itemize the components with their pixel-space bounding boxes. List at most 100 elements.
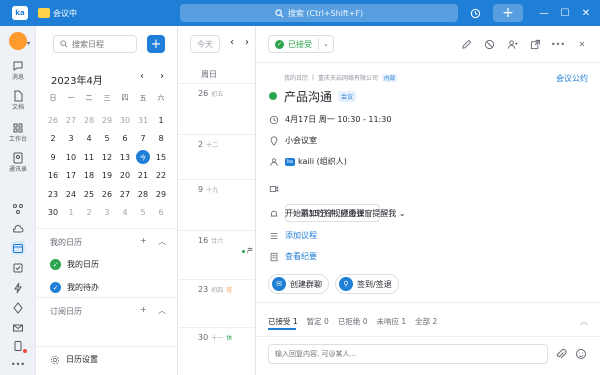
- avatar[interactable]: [9, 32, 27, 50]
- calendar-item-my-calendar[interactable]: ✓ 我的日历: [50, 259, 99, 270]
- calendar-day[interactable]: 19: [98, 167, 116, 186]
- network-icon[interactable]: [11, 202, 25, 216]
- calendar-day[interactable]: 26: [44, 111, 62, 130]
- calendar-day[interactable]: 10: [62, 148, 80, 167]
- rail-item-workbench[interactable]: 工作台: [0, 122, 36, 143]
- calendar-settings[interactable]: 日历设置: [50, 354, 98, 365]
- calendar-day[interactable]: 17: [62, 167, 80, 186]
- rail-item-messages[interactable]: 消息: [0, 60, 36, 81]
- lightning-icon[interactable]: [11, 281, 25, 295]
- event-preview[interactable]: 产: [247, 246, 253, 255]
- week-cell[interactable]: 2 十二: [178, 134, 256, 185]
- calendar-day[interactable]: 20: [116, 167, 134, 186]
- calendar-day[interactable]: 28: [134, 185, 152, 204]
- collapse-icon[interactable]: ︿: [158, 305, 166, 316]
- calendar-search-input[interactable]: [72, 39, 132, 49]
- calendar-day[interactable]: 1: [62, 204, 80, 223]
- add-agenda-link[interactable]: 添加议程: [285, 230, 317, 241]
- calendar-day[interactable]: 2: [80, 204, 98, 223]
- calendar-day[interactable]: 27: [62, 111, 80, 130]
- calendar-icon[interactable]: [11, 241, 25, 255]
- week-cell[interactable]: 30 十一休: [178, 327, 256, 375]
- meeting-tab[interactable]: 会议中: [38, 8, 77, 19]
- more-icon[interactable]: •••: [551, 38, 565, 50]
- calendar-day[interactable]: 9: [44, 148, 62, 167]
- chevron-up-icon[interactable]: ︿: [580, 316, 588, 327]
- add-subscription-icon[interactable]: +: [140, 305, 147, 314]
- calendar-day[interactable]: 6: [116, 130, 134, 149]
- calendar-day[interactable]: 16: [44, 167, 62, 186]
- calendar-item-my-todo[interactable]: ✓ 我的待办: [50, 282, 99, 293]
- next-month-button[interactable]: ›: [160, 71, 164, 82]
- reply-field[interactable]: [268, 344, 548, 364]
- tab-tentative[interactable]: 暂定 0: [307, 316, 329, 327]
- calendar-day[interactable]: 21: [134, 167, 152, 186]
- calendar-day[interactable]: 1: [152, 111, 170, 130]
- add-calendar-icon[interactable]: +: [140, 236, 147, 245]
- create-group-chat-button[interactable]: ✉ 创建群聊: [268, 274, 329, 294]
- checkin-button[interactable]: ⚲ 签到/签退: [335, 274, 399, 294]
- calendar-day[interactable]: 30: [116, 111, 134, 130]
- cancel-icon[interactable]: [483, 38, 495, 50]
- attachment-icon[interactable]: [554, 347, 568, 361]
- mail-icon[interactable]: [11, 321, 25, 335]
- reply-input[interactable]: [275, 350, 535, 358]
- meeting-policy-link[interactable]: 会议公约: [556, 73, 588, 84]
- calendar-day[interactable]: 6: [152, 204, 170, 223]
- add-person-icon[interactable]: [506, 38, 518, 50]
- calendar-day[interactable]: 5: [134, 204, 152, 223]
- calendar-day[interactable]: 7: [134, 130, 152, 149]
- maximize-icon[interactable]: ☐: [558, 6, 572, 20]
- todo-icon[interactable]: [11, 261, 25, 275]
- rail-item-contacts[interactable]: 通讯录: [0, 152, 36, 173]
- global-search[interactable]: 搜索 (Ctrl+Shift+F): [180, 4, 458, 22]
- calendar-day[interactable]: 12: [98, 148, 116, 167]
- prev-week-button[interactable]: ‹: [230, 37, 234, 48]
- today-button[interactable]: 今天: [190, 35, 220, 53]
- rail-item-docs[interactable]: 文档: [0, 90, 36, 111]
- organizer[interactable]: ka kaili (组织人): [285, 156, 347, 167]
- calendar-day[interactable]: 26: [98, 185, 116, 204]
- add-event-button[interactable]: +: [147, 35, 165, 53]
- week-cell[interactable]: 26 初五: [178, 83, 256, 134]
- calendar-day[interactable]: 29: [98, 111, 116, 130]
- calendar-day[interactable]: 30: [44, 204, 62, 223]
- close-icon[interactable]: ✕: [579, 6, 593, 20]
- more-icon[interactable]: •••: [11, 357, 25, 371]
- close-icon[interactable]: ✕: [576, 38, 588, 50]
- calendar-day[interactable]: 24: [62, 185, 80, 204]
- calendar-day[interactable]: 3: [98, 204, 116, 223]
- calendar-day[interactable]: 4: [80, 130, 98, 149]
- calendar-day[interactable]: 11: [80, 148, 98, 167]
- calendar-day[interactable]: 23: [44, 185, 62, 204]
- calendar-day[interactable]: 8: [152, 130, 170, 149]
- calendar-day[interactable]: 今: [134, 148, 152, 167]
- calendar-search[interactable]: [53, 35, 137, 53]
- week-cell[interactable]: 9 十九: [178, 179, 256, 230]
- share-icon[interactable]: [529, 38, 541, 50]
- calendar-day[interactable]: 13: [116, 148, 134, 167]
- edit-icon[interactable]: [460, 38, 472, 50]
- tab-all[interactable]: 全部 2: [415, 316, 437, 327]
- calendar-day[interactable]: 28: [80, 111, 98, 130]
- emoji-icon[interactable]: [574, 347, 588, 361]
- calendar-day[interactable]: 27: [116, 185, 134, 204]
- cloud-icon[interactable]: [11, 222, 25, 236]
- calendar-day[interactable]: 22: [152, 167, 170, 186]
- reminder[interactable]: 开始前15分钟, 应用弹窗提醒我 ⌄: [285, 208, 406, 219]
- tab-accepted[interactable]: 已接受 1: [268, 316, 298, 327]
- minimize-icon[interactable]: —: [537, 6, 551, 20]
- week-cell[interactable]: 23 初四班: [178, 279, 256, 330]
- new-button[interactable]: +: [493, 4, 523, 22]
- calendar-day[interactable]: 2: [44, 130, 62, 149]
- view-notes-link[interactable]: 查看纪要: [285, 251, 317, 262]
- tab-declined[interactable]: 已拒绝 0: [338, 316, 368, 327]
- calendar-day[interactable]: 18: [80, 167, 98, 186]
- calendar-day[interactable]: 29: [152, 185, 170, 204]
- ding-icon[interactable]: [11, 301, 25, 315]
- calendar-day[interactable]: 4: [116, 204, 134, 223]
- rsvp-dropdown[interactable]: ✓ 已接受 ⌄: [268, 35, 334, 53]
- collapse-icon[interactable]: ︿: [158, 236, 166, 247]
- calendar-day[interactable]: 5: [98, 130, 116, 149]
- calendar-day[interactable]: 15: [152, 148, 170, 167]
